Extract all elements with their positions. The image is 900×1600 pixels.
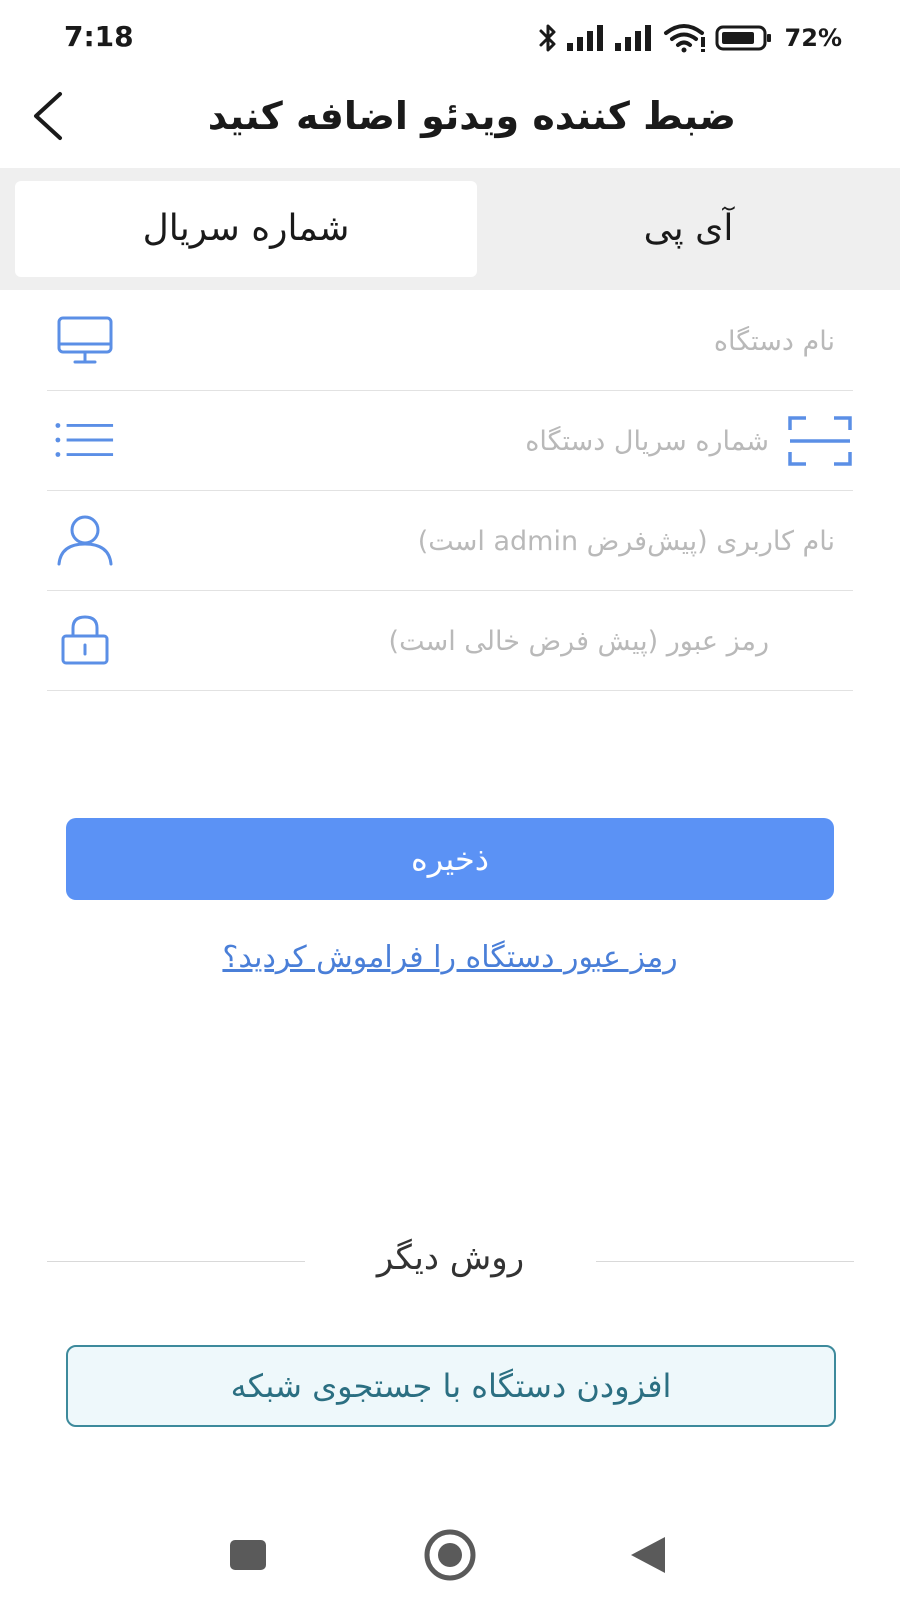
- add-by-network-search-button[interactable]: افزودن دستگاه با جستجوی شبکه: [66, 1345, 836, 1427]
- divider-line-right: [596, 1261, 854, 1262]
- password-input[interactable]: [137, 610, 771, 672]
- back-icon: [631, 1537, 665, 1573]
- tab-serial-number[interactable]: شماره سریال: [15, 181, 477, 277]
- nav-back-button[interactable]: [612, 1520, 682, 1590]
- device-name-input[interactable]: [137, 310, 837, 372]
- scan-qr-button[interactable]: [787, 414, 853, 468]
- recent-apps-button[interactable]: [213, 1520, 283, 1590]
- username-input[interactable]: [137, 510, 837, 572]
- navigation-bar: [0, 1500, 900, 1600]
- tab-ip[interactable]: آی پی: [477, 181, 900, 277]
- status-time: 7:18: [64, 20, 134, 53]
- forgot-password-link[interactable]: رمز عبور دستگاه را فراموش کردید؟: [0, 940, 900, 975]
- home-icon: [424, 1529, 476, 1581]
- list-icon: [55, 412, 115, 468]
- bluetooth-icon: [537, 23, 559, 53]
- signal-icon: [614, 25, 655, 51]
- monitor-icon: [55, 312, 115, 368]
- back-button[interactable]: [24, 88, 72, 144]
- battery-percent: 72%: [784, 24, 842, 52]
- page-title: ضبط کننده ویدئو اضافه کنید: [207, 94, 736, 138]
- lock-icon: [55, 612, 115, 668]
- status-bar: 7:18 72%: [0, 0, 900, 76]
- scan-icon: [788, 416, 852, 466]
- save-button[interactable]: ذخیره: [66, 818, 834, 900]
- chevron-left-icon: [34, 92, 62, 140]
- tab-bar: شماره سریال آی پی: [0, 168, 900, 290]
- battery-icon: [715, 24, 773, 52]
- device-name-row: [47, 290, 853, 391]
- recent-apps-icon: [230, 1540, 266, 1570]
- user-icon: [55, 512, 115, 568]
- home-button[interactable]: [415, 1520, 485, 1590]
- serial-number-input[interactable]: [137, 410, 771, 472]
- status-icons: 72%: [537, 16, 842, 60]
- password-row: [47, 590, 853, 691]
- signal-icon: [566, 25, 607, 51]
- wifi-icon: [663, 23, 707, 53]
- divider-line-left: [47, 1261, 305, 1262]
- username-row: [47, 490, 853, 591]
- other-method-label: روش دیگر: [376, 1238, 525, 1278]
- serial-number-row: [47, 390, 853, 491]
